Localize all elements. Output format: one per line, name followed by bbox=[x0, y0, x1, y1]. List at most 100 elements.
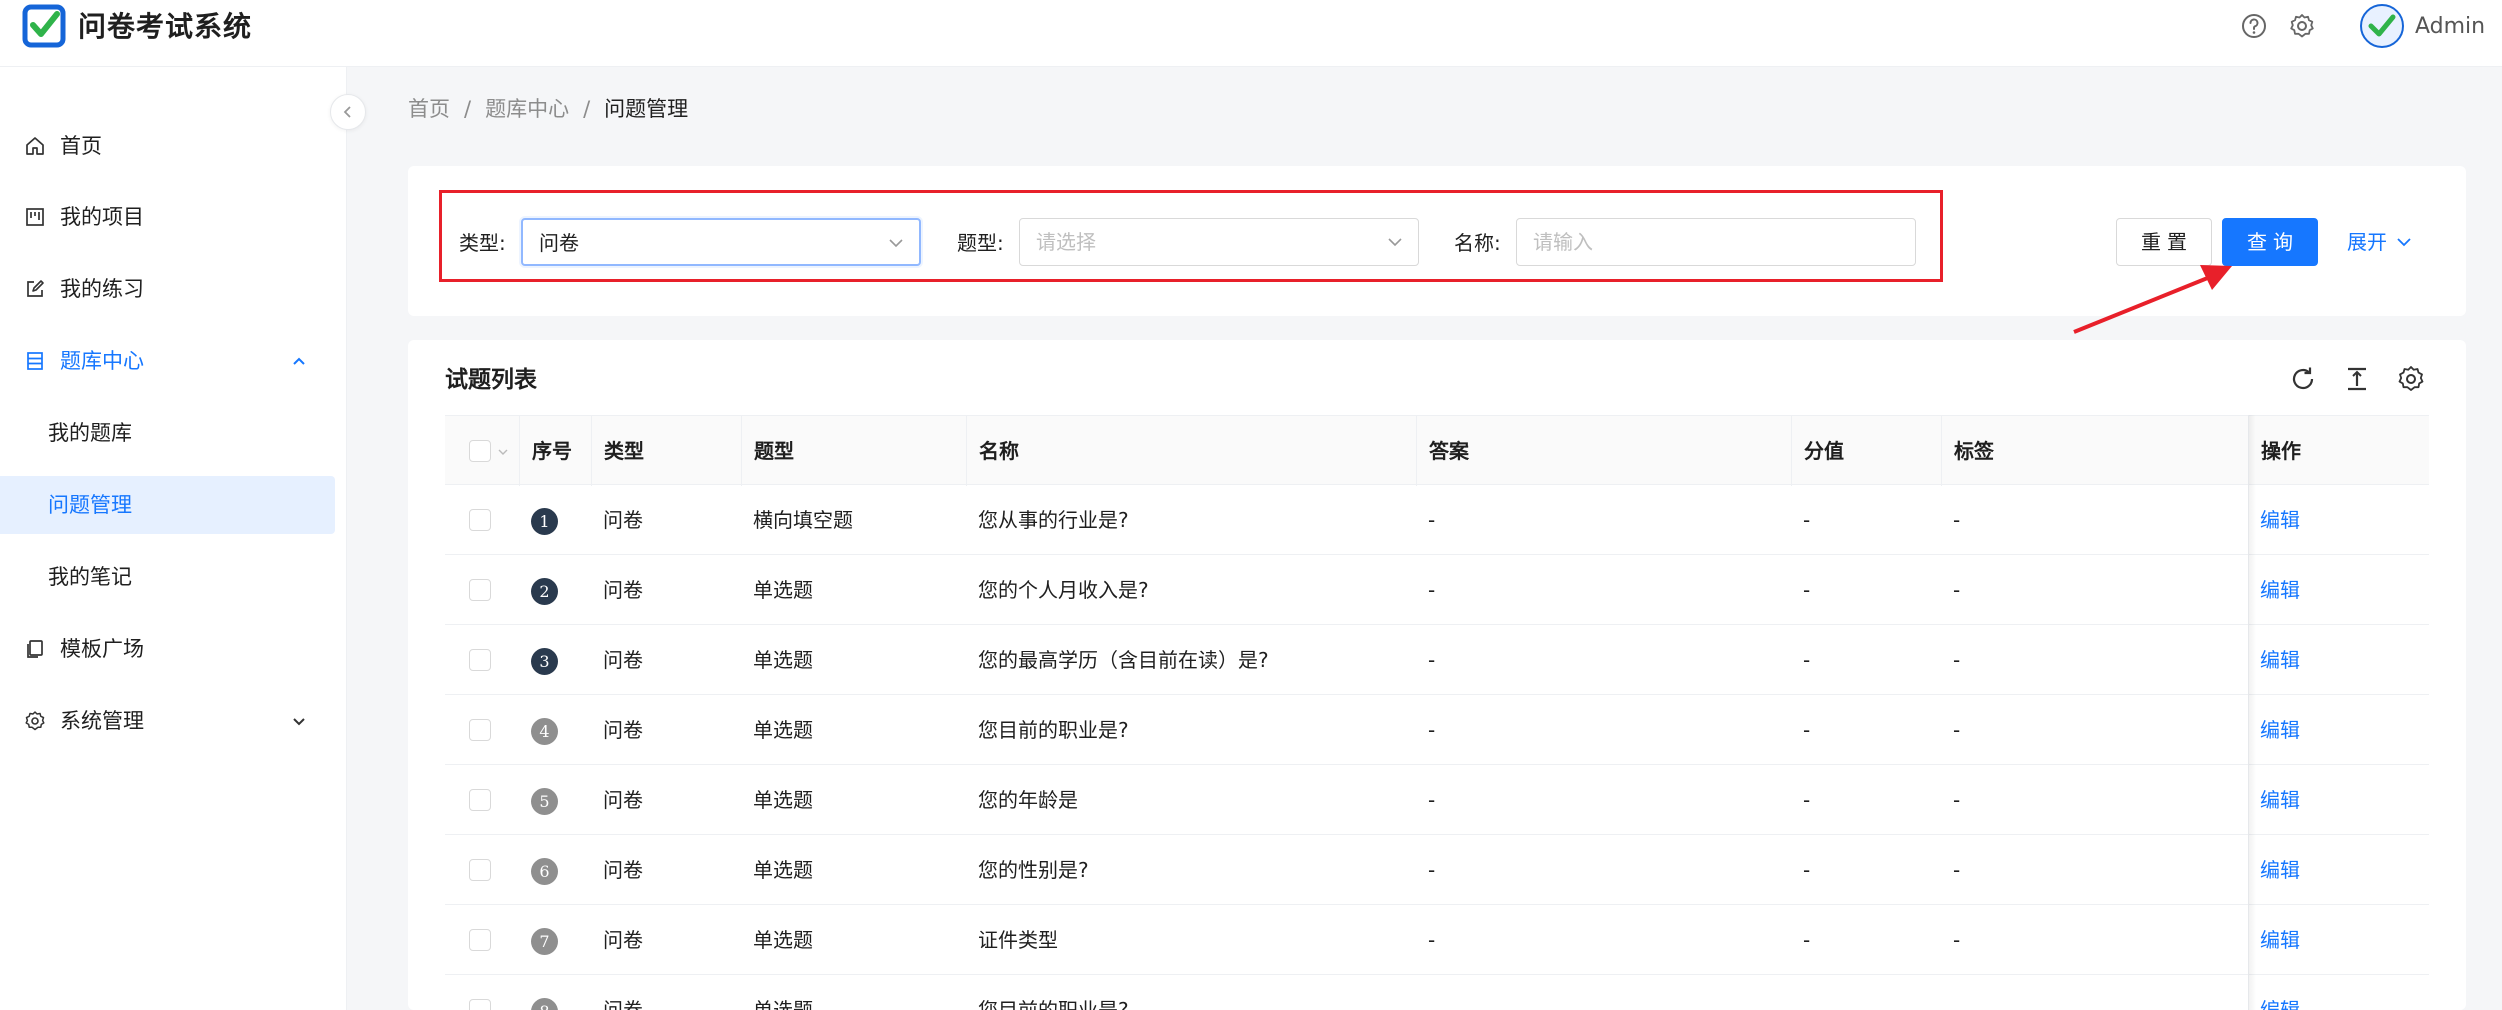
sidebar-item-question-bank[interactable]: 题库中心 bbox=[0, 332, 335, 390]
index-cell: 2 bbox=[519, 555, 591, 625]
sidebar-item-projects[interactable]: 我的项目 bbox=[0, 188, 335, 246]
chevron-down-icon bbox=[1388, 238, 1402, 247]
sidebar-item-label: 我的项目 bbox=[60, 205, 144, 229]
table-row[interactable]: 3 问卷 单选题 您的最高学历（含目前在读）是? - - - 编辑 bbox=[445, 625, 2429, 695]
edit-link[interactable]: 编辑 bbox=[2248, 905, 2428, 975]
question-type-select[interactable]: 请选择 bbox=[1019, 218, 1419, 266]
home-icon bbox=[26, 137, 44, 155]
table-row[interactable]: 8 问卷 单选题 您目前的职业是? - - - 编辑 bbox=[445, 975, 2429, 1010]
answer-cell: - bbox=[1428, 928, 1436, 952]
name-cell: 您的性别是? bbox=[978, 858, 1089, 882]
question-type-placeholder: 请选择 bbox=[1036, 230, 1096, 254]
column-height-icon[interactable] bbox=[2342, 364, 2372, 394]
answer-cell: - bbox=[1428, 788, 1436, 812]
index-badge: 7 bbox=[531, 928, 558, 955]
column-header-type: 类型 bbox=[591, 416, 741, 486]
score-cell: - bbox=[1803, 648, 1811, 672]
question-type-cell: 单选题 bbox=[753, 788, 813, 812]
project-icon bbox=[26, 208, 44, 226]
help-icon[interactable] bbox=[2240, 12, 2268, 40]
breadcrumb-separator: / bbox=[464, 97, 472, 121]
table-row[interactable]: 1 问卷 横向填空题 您从事的行业是? - - - 编辑 bbox=[445, 485, 2429, 555]
type-cell: 问卷 bbox=[603, 998, 643, 1010]
edit-link[interactable]: 编辑 bbox=[2248, 555, 2428, 625]
question-type-cell: 单选题 bbox=[753, 718, 813, 742]
sidebar-item-label: 我的题库 bbox=[48, 421, 132, 445]
row-checkbox[interactable] bbox=[469, 579, 491, 601]
edit-link[interactable]: 编辑 bbox=[2248, 485, 2428, 555]
sidebar-item-label: 模板广场 bbox=[60, 637, 144, 661]
sidebar-item-label: 首页 bbox=[60, 134, 102, 158]
table-row[interactable]: 6 问卷 单选题 您的性别是? - - - 编辑 bbox=[445, 835, 2429, 905]
score-cell: - bbox=[1803, 928, 1811, 952]
chevron-down-icon bbox=[889, 239, 903, 248]
index-cell: 3 bbox=[519, 625, 591, 695]
edit-link[interactable]: 编辑 bbox=[2248, 695, 2428, 765]
row-checkbox[interactable] bbox=[469, 929, 491, 951]
row-checkbox[interactable] bbox=[469, 649, 491, 671]
row-checkbox[interactable] bbox=[469, 789, 491, 811]
sidebar-item-templates[interactable]: 模板广场 bbox=[0, 620, 335, 678]
name-cell: 您目前的职业是? bbox=[978, 998, 1129, 1010]
refresh-icon[interactable] bbox=[2288, 364, 2318, 394]
question-type-cell: 单选题 bbox=[753, 998, 813, 1010]
sidebar-item-my-bank[interactable]: 我的题库 bbox=[0, 404, 335, 462]
tags-cell: - bbox=[1953, 718, 1961, 742]
column-header-answer: 答案 bbox=[1416, 416, 1791, 486]
table-row[interactable]: 2 问卷 单选题 您的个人月收入是? - - - 编辑 bbox=[445, 555, 2429, 625]
name-cell: 您目前的职业是? bbox=[978, 718, 1129, 742]
question-type-cell: 横向填空题 bbox=[753, 508, 853, 532]
table-row[interactable]: 4 问卷 单选题 您目前的职业是? - - - 编辑 bbox=[445, 695, 2429, 765]
column-header-score: 分值 bbox=[1791, 416, 1941, 486]
type-cell: 问卷 bbox=[603, 788, 643, 812]
select-all-checkbox[interactable] bbox=[469, 440, 491, 462]
table-row[interactable]: 7 问卷 单选题 证件类型 - - - 编辑 bbox=[445, 905, 2429, 975]
breadcrumb-home[interactable]: 首页 bbox=[408, 94, 450, 124]
chevron-down-icon[interactable] bbox=[497, 446, 509, 458]
column-header-actions: 操作 bbox=[2248, 416, 2428, 486]
row-checkbox[interactable] bbox=[469, 859, 491, 881]
expand-button[interactable]: 展开 bbox=[2340, 218, 2420, 266]
sidebar-collapse-button[interactable] bbox=[330, 94, 366, 130]
settings-icon[interactable] bbox=[2288, 12, 2316, 40]
sidebar-item-label: 题库中心 bbox=[60, 349, 144, 373]
table-row[interactable]: 5 问卷 单选题 您的年龄是 - - - 编辑 bbox=[445, 765, 2429, 835]
row-checkbox[interactable] bbox=[469, 999, 491, 1010]
breadcrumb-question-bank[interactable]: 题库中心 bbox=[485, 94, 569, 124]
row-checkbox[interactable] bbox=[469, 719, 491, 741]
type-cell: 问卷 bbox=[603, 578, 643, 602]
score-cell: - bbox=[1803, 788, 1811, 812]
user-name[interactable]: Admin bbox=[2415, 12, 2485, 42]
sidebar-item-system[interactable]: 系统管理 bbox=[0, 692, 335, 750]
question-type-cell: 单选题 bbox=[753, 858, 813, 882]
tags-cell: - bbox=[1953, 508, 1961, 532]
row-checkbox[interactable] bbox=[469, 509, 491, 531]
edit-link[interactable]: 编辑 bbox=[2248, 975, 2428, 1010]
type-label: 类型: bbox=[459, 231, 506, 255]
index-badge: 5 bbox=[531, 788, 558, 815]
column-header-name: 名称 bbox=[966, 416, 1416, 486]
edit-link[interactable]: 编辑 bbox=[2248, 765, 2428, 835]
name-input[interactable]: 请输入 bbox=[1516, 218, 1916, 266]
chevron-down-icon bbox=[293, 718, 305, 726]
sidebar-item-question-management[interactable]: 问题管理 bbox=[0, 476, 335, 534]
index-cell: 4 bbox=[519, 695, 591, 765]
answer-cell: - bbox=[1428, 858, 1436, 882]
score-cell: - bbox=[1803, 858, 1811, 882]
sidebar-item-home[interactable]: 首页 bbox=[0, 117, 335, 175]
column-settings-icon[interactable] bbox=[2396, 364, 2426, 394]
sidebar: 首页 我的项目 我的练习 题库中心 我的题库 问题管理 我的笔记 模板广场 系统… bbox=[0, 67, 347, 1010]
score-cell: - bbox=[1803, 718, 1811, 742]
avatar[interactable] bbox=[2360, 4, 2404, 48]
type-select-value: 问卷 bbox=[539, 231, 579, 255]
edit-link[interactable]: 编辑 bbox=[2248, 835, 2428, 905]
type-cell: 问卷 bbox=[603, 508, 643, 532]
database-icon bbox=[27, 352, 43, 370]
sidebar-item-practice[interactable]: 我的练习 bbox=[0, 260, 335, 318]
edit-icon bbox=[27, 280, 44, 297]
sidebar-item-notes[interactable]: 我的笔记 bbox=[0, 548, 335, 606]
index-badge: 4 bbox=[531, 718, 558, 745]
breadcrumb-separator: / bbox=[583, 97, 591, 121]
edit-link[interactable]: 编辑 bbox=[2248, 625, 2428, 695]
type-select[interactable]: 问卷 bbox=[521, 218, 921, 266]
